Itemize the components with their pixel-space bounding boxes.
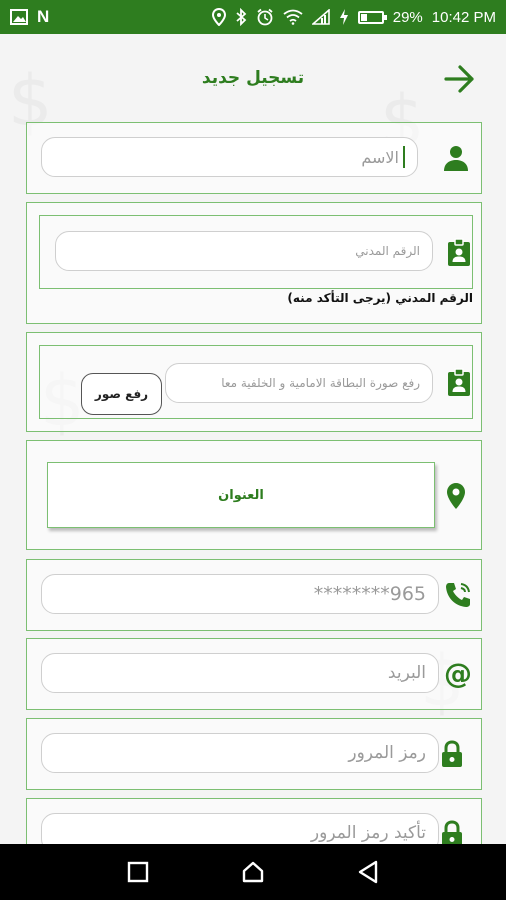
name-placeholder: الاسم xyxy=(361,147,399,167)
bluetooth-icon xyxy=(235,8,247,26)
text-cursor xyxy=(403,146,405,168)
address-button[interactable]: العنوان xyxy=(47,462,435,528)
civil-id-note: الرقم المدني (يرجى التأكد منه) xyxy=(287,291,473,305)
person-icon xyxy=(441,143,471,173)
civil-id-input[interactable]: الرقم المدني xyxy=(55,231,433,271)
at-icon: @ xyxy=(444,657,472,690)
app-header: تسجيل جديد xyxy=(0,34,506,120)
charging-icon xyxy=(339,9,349,25)
image-icon xyxy=(10,9,28,25)
battery-icon xyxy=(357,10,387,24)
system-nav-bar xyxy=(0,844,506,900)
page-title: تسجيل جديد xyxy=(201,68,305,88)
wifi-icon xyxy=(283,9,303,25)
location-pin-icon xyxy=(441,481,471,511)
upload-photos-button[interactable]: رفع صور xyxy=(81,373,162,415)
password-input[interactable]: رمز المرور xyxy=(41,733,439,773)
password-card: رمز المرور xyxy=(26,718,482,790)
id-upload-card: رفع صورة البطاقة الامامية و الخلفية معا … xyxy=(26,332,482,432)
location-icon xyxy=(211,8,226,26)
phone-card: 965******** xyxy=(26,559,482,631)
arrow-right-icon[interactable] xyxy=(444,64,476,94)
id-upload-placeholder: رفع صورة البطاقة الامامية و الخلفية معا xyxy=(221,376,420,390)
email-input[interactable]: البريد xyxy=(41,653,439,693)
status-left: N xyxy=(10,7,49,27)
phone-placeholder: 965******** xyxy=(313,583,426,605)
home-icon[interactable] xyxy=(233,852,273,892)
status-bar: N 29% 10:42 PM xyxy=(0,0,506,34)
id-upload-input[interactable]: رفع صورة البطاقة الامامية و الخلفية معا xyxy=(165,363,433,403)
password-placeholder: رمز المرور xyxy=(348,743,426,763)
clock: 10:42 PM xyxy=(431,8,496,26)
phone-input[interactable]: 965******** xyxy=(41,574,439,614)
email-placeholder: البريد xyxy=(387,663,426,683)
civil-id-card: الرقم المدني الرقم المدني (يرجى التأكد م… xyxy=(26,202,482,324)
signal-icon xyxy=(311,9,330,25)
id-card-icon xyxy=(444,368,474,398)
status-right: 29% 10:42 PM xyxy=(211,8,496,26)
civil-id-box: الرقم المدني xyxy=(39,215,473,289)
name-input[interactable]: الاسم xyxy=(41,137,418,177)
address-card: العنوان xyxy=(26,440,482,550)
back-icon[interactable] xyxy=(348,852,388,892)
id-card-icon xyxy=(444,238,474,268)
civil-id-placeholder: الرقم المدني xyxy=(355,244,420,258)
n-icon: N xyxy=(37,7,50,26)
phone-icon xyxy=(443,580,473,610)
alarm-icon xyxy=(256,8,274,26)
name-card: الاسم xyxy=(26,122,482,194)
recents-icon[interactable] xyxy=(118,852,158,892)
id-upload-box: رفع صورة البطاقة الامامية و الخلفية معا … xyxy=(39,345,473,419)
lock-icon xyxy=(439,739,469,769)
confirm-password-placeholder: تأكيد رمز المرور xyxy=(310,823,426,843)
email-card: البريد @ xyxy=(26,638,482,710)
battery-percent: 29% xyxy=(392,8,423,26)
